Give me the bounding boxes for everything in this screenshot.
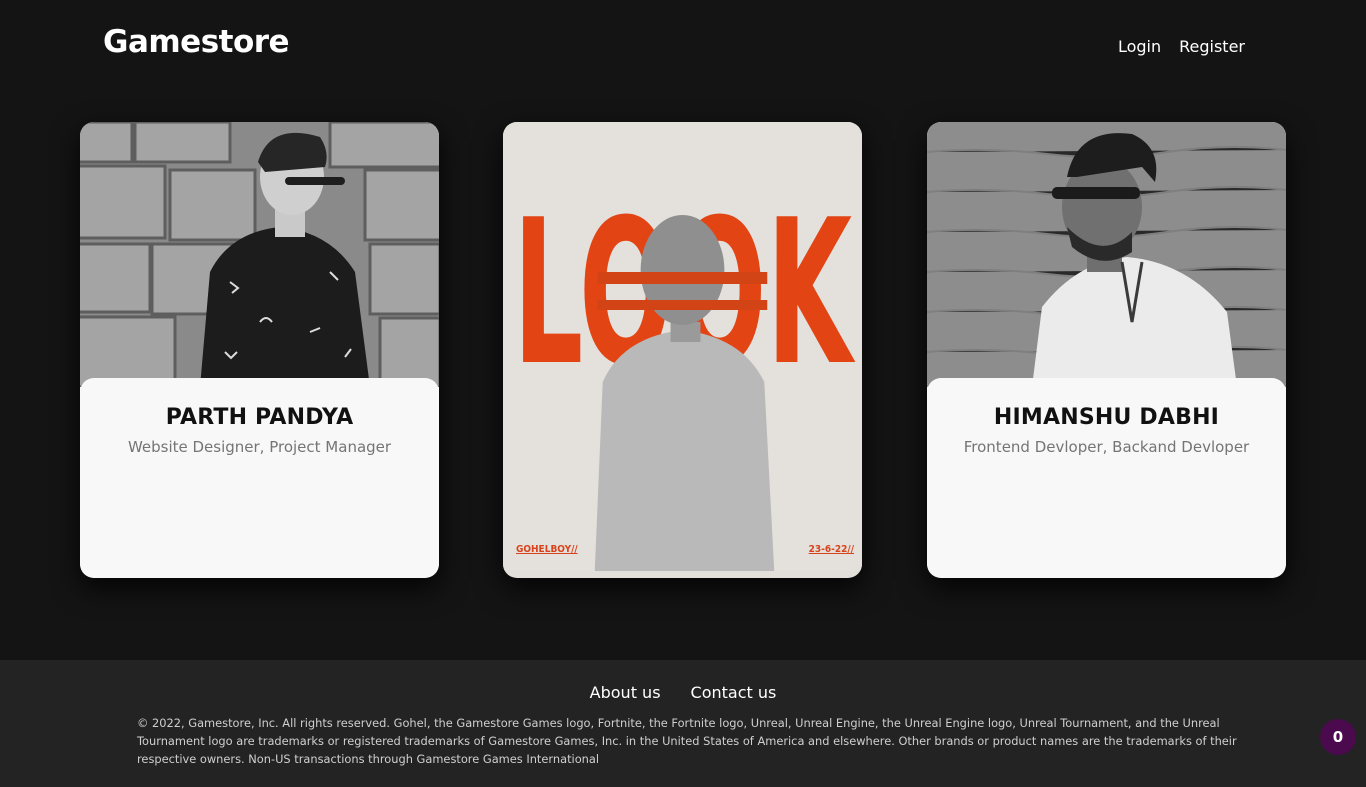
- team-member-role: Website Designer, Project Manager: [127, 438, 392, 456]
- team-card: PARTH PANDYA Website Designer, Project M…: [80, 122, 439, 578]
- team-member-photo: [927, 122, 1286, 387]
- site-header: Gamestore Login Register: [0, 0, 1366, 90]
- team-member-poster: LOOK GOHELBOY// 23-6-22//: [503, 122, 862, 571]
- team-card-poster: LOOK GOHELBOY// 23-6-22//: [503, 122, 862, 578]
- cart-count-badge[interactable]: 0: [1320, 719, 1356, 755]
- team-card: HIMANSHU DABHI Frontend Devloper, Backan…: [927, 122, 1286, 578]
- footer-links: About us Contact us: [0, 683, 1366, 702]
- poster-right-tag: 23-6-22//: [808, 544, 854, 555]
- register-link[interactable]: Register: [1179, 37, 1245, 56]
- about-us-link[interactable]: About us: [590, 683, 661, 702]
- site-logo[interactable]: Gamestore: [103, 24, 290, 60]
- team-member-name: HIMANSHU DABHI: [993, 405, 1220, 430]
- team-member-role: Frontend Devloper, Backand Devloper: [963, 438, 1250, 456]
- team-member-info: PARTH PANDYA Website Designer, Project M…: [80, 378, 439, 578]
- team-member-photo: [80, 122, 439, 387]
- header-nav: Login Register: [1118, 37, 1245, 56]
- login-link[interactable]: Login: [1118, 37, 1161, 56]
- team-member-info: HIMANSHU DABHI Frontend Devloper, Backan…: [927, 378, 1286, 578]
- copyright-text: © 2022, Gamestore, Inc. All rights reser…: [137, 716, 1237, 766]
- contact-us-link[interactable]: Contact us: [691, 683, 777, 702]
- poster-left-tag: GOHELBOY//: [516, 544, 578, 555]
- team-member-name: PARTH PANDYA: [165, 405, 354, 430]
- site-footer: About us Contact us © 2022, Gamestore, I…: [0, 660, 1366, 787]
